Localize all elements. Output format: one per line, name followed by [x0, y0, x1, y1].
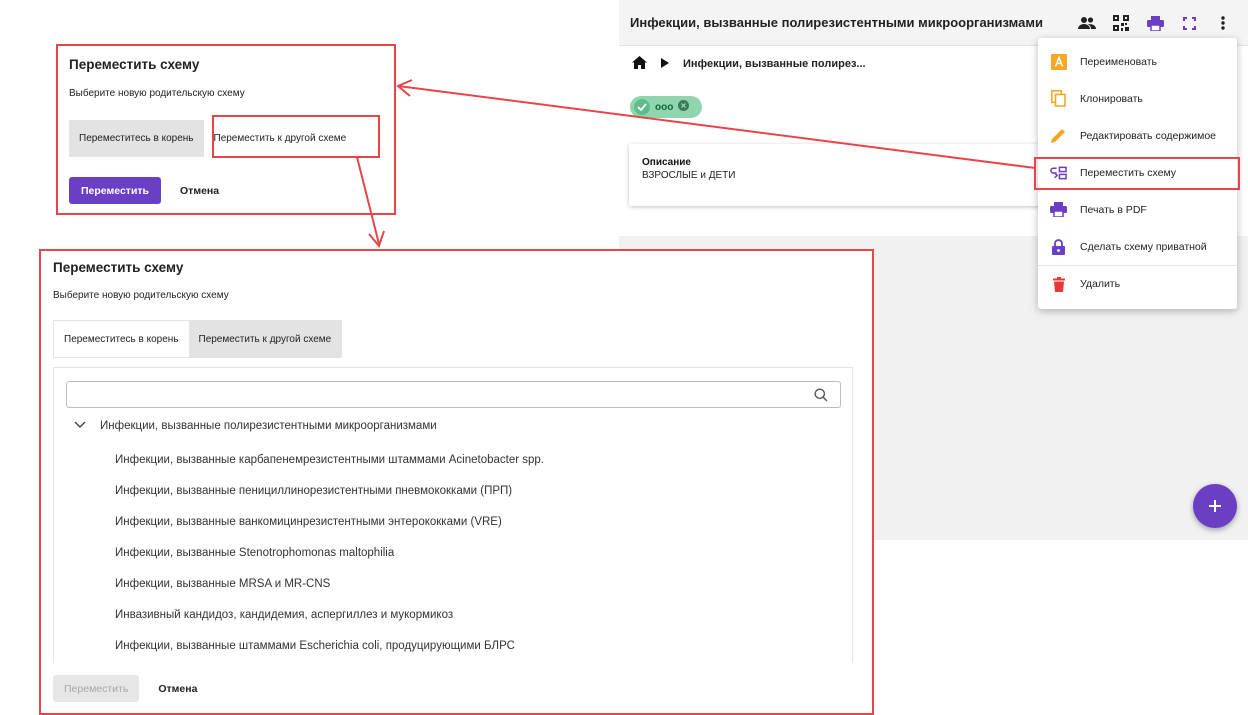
menu-item-print-pdf[interactable]: Печать в PDF	[1038, 191, 1237, 228]
home-icon[interactable]	[632, 56, 647, 72]
menu-item-label: Клонировать	[1080, 92, 1143, 105]
tree-node-child[interactable]: Инфекции, вызванные MRSA и MR-CNS	[115, 577, 544, 608]
tab-move-to-other-scheme[interactable]: Переместить к другой схеме	[203, 120, 357, 157]
scheme-tree-panel: Инфекции, вызванные полирезистентными ми…	[53, 367, 853, 663]
tree-node-child[interactable]: Инфекции, вызванные карбапенемрезистентн…	[115, 453, 544, 484]
menu-item-label: Переместить схему	[1080, 166, 1177, 179]
breadcrumb-current[interactable]: Инфекции, вызванные полирез...	[683, 58, 866, 70]
lock-icon	[1050, 238, 1067, 255]
check-circle-icon	[634, 99, 650, 115]
dialog-actions: Переместить Отмена	[53, 675, 197, 702]
app-bar-actions	[1076, 12, 1234, 34]
move-button[interactable]: Переместить	[69, 177, 162, 204]
menu-item-edit-content[interactable]: Редактировать содержимое	[1038, 117, 1237, 154]
edit-pencil-icon	[1050, 127, 1067, 144]
chip-remove-icon[interactable]	[678, 100, 690, 114]
annotation-arrowhead	[368, 230, 385, 249]
dialog-subtitle: Выберите новую родительскую схему	[69, 88, 245, 99]
move-target-tabs: Переместитесь в корень Переместить к дру…	[53, 320, 343, 358]
description-card: Описание ВЗРОСЛЫЕ и ДЕТИ	[629, 144, 1069, 206]
trash-icon	[1050, 276, 1067, 293]
menu-item-label: Сделать схему приватной	[1080, 240, 1207, 253]
people-icon[interactable]	[1076, 12, 1098, 34]
tree-node-child[interactable]: Инфекции, вызванные пенициллинорезистент…	[115, 484, 544, 515]
dialog-title: Переместить схему	[69, 57, 200, 72]
fullscreen-icon[interactable]	[1178, 12, 1200, 34]
menu-item-delete[interactable]: Удалить	[1038, 266, 1237, 302]
tab-move-to-root[interactable]: Переместитесь в корень	[69, 120, 204, 157]
tree-node-label: Инфекции, вызванные полирезистентными ми…	[100, 420, 437, 432]
move-scheme-dialog-large: Переместить схему Выберите новую родител…	[40, 250, 873, 715]
search-icon[interactable]	[814, 388, 828, 402]
tree-node-root[interactable]: Инфекции, вызванные полирезистентными ми…	[74, 420, 437, 432]
rename-icon	[1050, 53, 1067, 70]
cancel-button[interactable]: Отмена	[158, 683, 197, 695]
tab-move-to-other-scheme[interactable]: Переместить к другой схеме	[188, 321, 342, 357]
tree-node-child[interactable]: Инфекции, вызванные Stenotrophomonas mal…	[115, 546, 544, 577]
menu-item-make-private[interactable]: Сделать схему приватной	[1038, 228, 1237, 265]
app-title: Инфекции, вызванные полирезистентными ми…	[630, 15, 1043, 30]
menu-item-clone[interactable]: Клонировать	[1038, 80, 1237, 117]
move-scheme-dialog-small: Переместить схему Выберите новую родител…	[57, 45, 395, 214]
copy-icon	[1050, 90, 1067, 107]
dialog-actions: Переместить Отмена	[69, 177, 219, 204]
chevron-down-icon[interactable]	[74, 420, 86, 432]
tag-chip[interactable]: ооо	[630, 96, 702, 118]
chevron-right-icon	[661, 57, 669, 71]
qr-code-icon[interactable]	[1110, 12, 1132, 34]
add-fab-button[interactable]	[1193, 484, 1237, 528]
menu-item-label: Печать в PDF	[1080, 203, 1147, 216]
dialog-subtitle: Выберите новую родительскую схему	[53, 290, 229, 301]
description-heading: Описание	[642, 157, 691, 168]
menu-item-label: Переименовать	[1080, 55, 1157, 68]
cancel-button[interactable]: Отмена	[180, 185, 219, 197]
plus-icon	[1209, 500, 1221, 512]
menu-item-label: Удалить	[1080, 278, 1121, 290]
tab-move-to-root[interactable]: Переместитесь в корень	[54, 321, 189, 357]
menu-item-move-scheme[interactable]: Переместить схему	[1038, 154, 1237, 191]
move-button-disabled[interactable]: Переместить	[53, 675, 140, 702]
chip-label: ооо	[655, 101, 674, 113]
move-target-tabs: Переместитесь в корень Переместить к дру…	[69, 120, 357, 157]
more-vert-icon[interactable]	[1212, 12, 1234, 34]
print-icon	[1050, 201, 1067, 218]
menu-item-label: Редактировать содержимое	[1080, 129, 1217, 142]
dialog-title: Переместить схему	[53, 260, 184, 275]
scheme-context-menu: Переименовать Клонировать Редактировать …	[1038, 38, 1237, 309]
tree-children: Инфекции, вызванные карбапенемрезистентн…	[115, 453, 544, 663]
tree-node-child[interactable]: Инфекции, вызванные штаммами Escherichia…	[115, 639, 544, 663]
breadcrumb: Инфекции, вызванные полирез...	[632, 56, 866, 72]
menu-item-rename[interactable]: Переименовать	[1038, 43, 1237, 80]
tree-node-child[interactable]: Инвазивный кандидоз, кандидемия, асперги…	[115, 608, 544, 639]
move-scheme-icon	[1050, 164, 1067, 181]
print-icon[interactable]	[1144, 12, 1166, 34]
description-value: ВЗРОСЛЫЕ и ДЕТИ	[642, 170, 736, 181]
tree-node-child[interactable]: Инфекции, вызванные ванкомицинрезистентн…	[115, 515, 544, 546]
annotation-arrowhead	[396, 79, 413, 97]
scheme-search-input[interactable]	[66, 381, 841, 408]
